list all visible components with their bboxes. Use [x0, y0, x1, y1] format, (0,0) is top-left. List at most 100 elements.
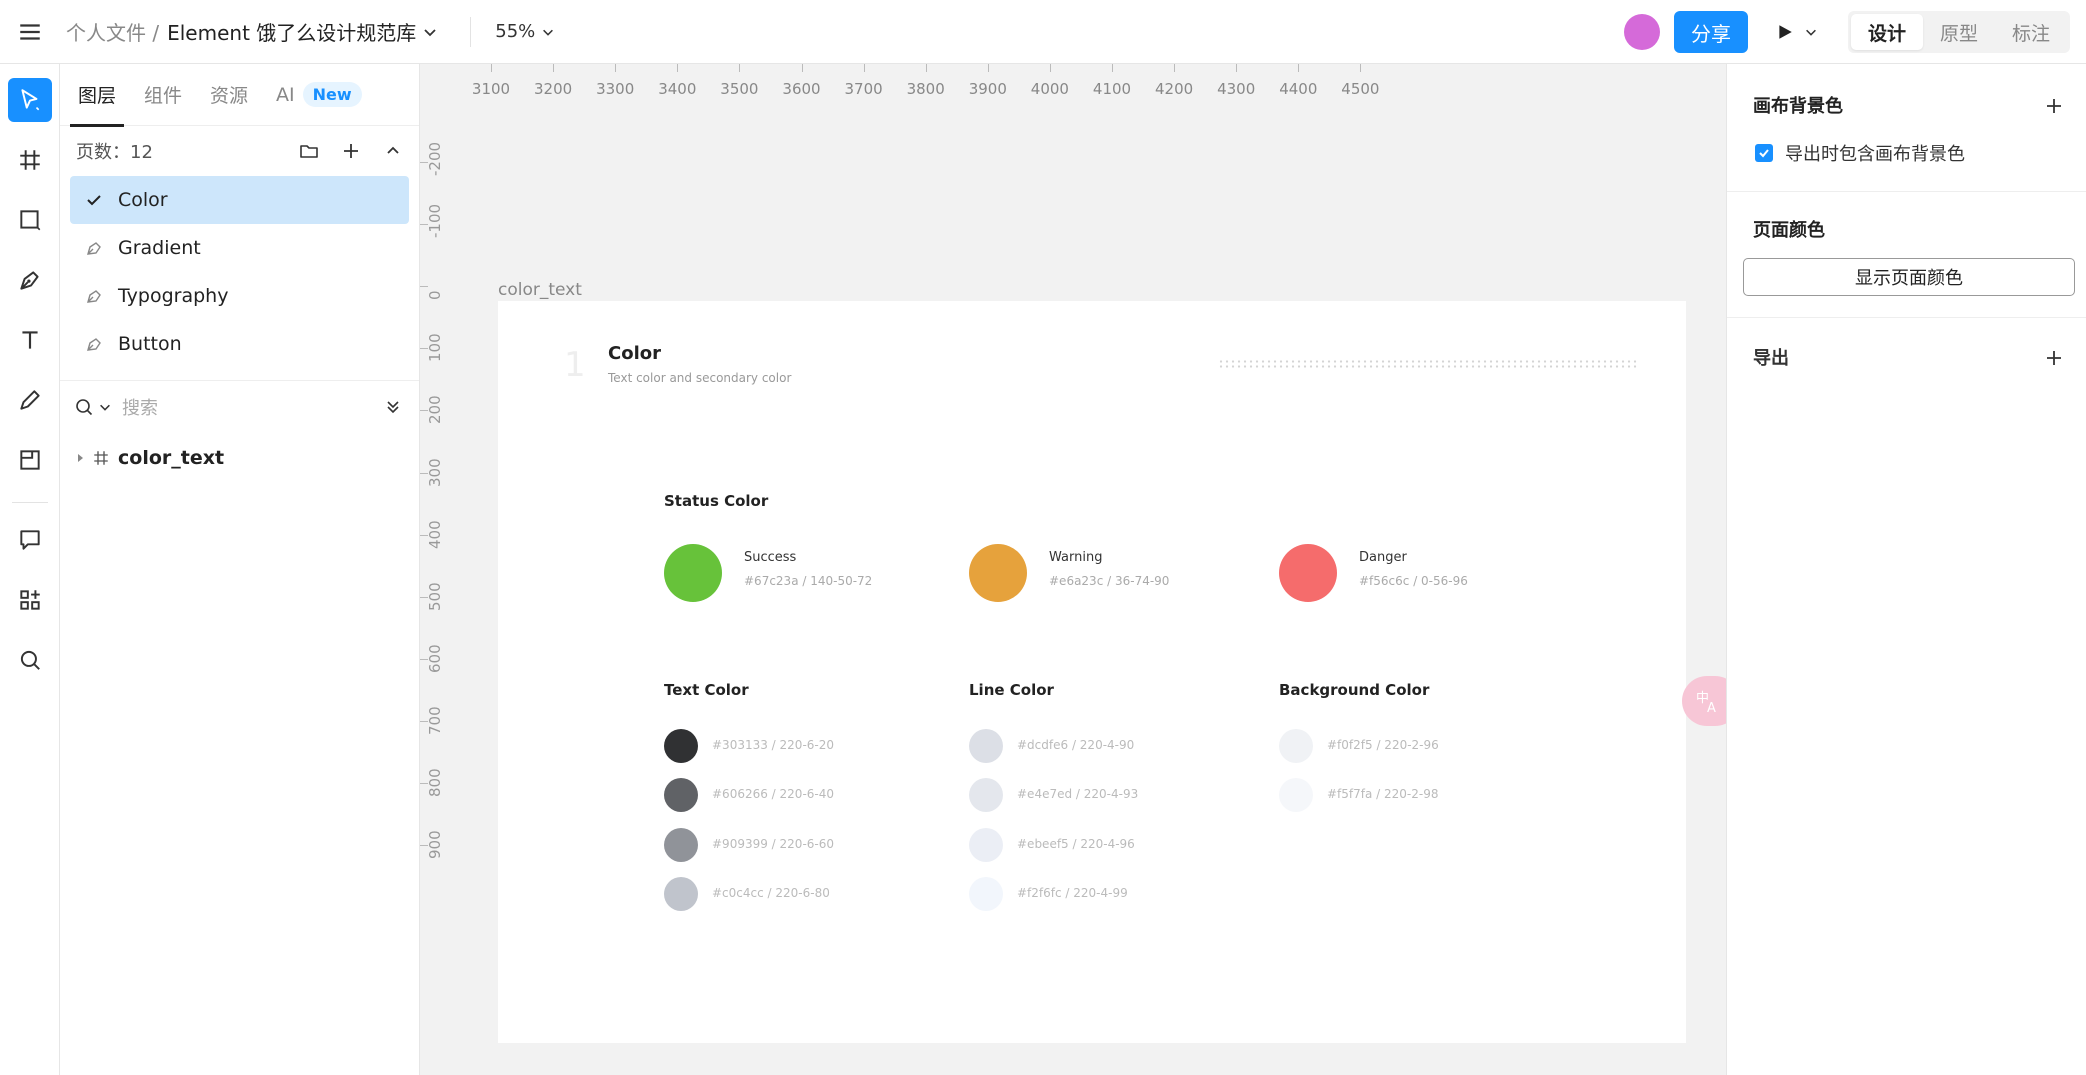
line-color-swatch-2: [969, 778, 1003, 812]
page-pen-icon: [87, 338, 101, 351]
file-name[interactable]: Element 饿了么设计规范库: [167, 17, 416, 46]
collapse-all-icon[interactable]: [383, 397, 403, 417]
success-swatch: [664, 544, 722, 602]
page-item-label: Color: [118, 189, 168, 211]
export-bg-checkbox[interactable]: 导出时包含画布背景色: [1755, 140, 1965, 166]
plus-icon[interactable]: [2044, 348, 2064, 368]
tool-bar: [0, 64, 60, 1075]
page-color-title: 页面颜色: [1753, 220, 1825, 241]
ruler-label: 4100: [1092, 80, 1132, 98]
translate-icon: 中A: [1696, 691, 1716, 715]
color-frame[interactable]: 1 Color Text color and secondary color S…: [498, 301, 1686, 1043]
line-color-swatch-4: [969, 877, 1003, 911]
search-input[interactable]: 搜索: [122, 394, 158, 420]
ruler-label: 3600: [782, 80, 821, 98]
pencil-tool[interactable]: [8, 378, 52, 422]
frame-label[interactable]: color_text: [498, 280, 582, 300]
page-item-button[interactable]: Button: [70, 320, 409, 368]
chevron-up-icon[interactable]: [383, 141, 403, 161]
section-title: Color: [608, 343, 661, 364]
bg-color-code: #f0f2f5 / 220-2-96: [1327, 738, 1439, 752]
text-tool[interactable]: [8, 318, 52, 362]
ruler-label: 4400: [1279, 80, 1318, 98]
show-page-color-button[interactable]: 显示页面颜色: [1743, 258, 2075, 296]
chevron-down-icon[interactable]: [422, 24, 438, 40]
ruler-label: 200: [426, 395, 444, 425]
page-item-gradient[interactable]: Gradient: [70, 224, 409, 272]
warning-code: #e6a23c / 36-74-90: [1049, 574, 1170, 588]
ruler-label: 3400: [658, 80, 697, 98]
breadcrumb-root[interactable]: 个人文件 /: [66, 17, 159, 46]
translate-button[interactable]: 中A: [1682, 676, 1726, 726]
plus-icon[interactable]: [2044, 96, 2064, 116]
status-color-title: Status Color: [664, 492, 769, 510]
text-color-title: Text Color: [664, 681, 749, 699]
svg-text:A: A: [1707, 701, 1716, 715]
canvas[interactable]: 3100 3200 3300 3400 3500 3600 3700 3800 3900 4000…: [420, 64, 1726, 1075]
pen-tool[interactable]: [8, 258, 52, 302]
tab-layers[interactable]: 图层: [69, 64, 125, 127]
text-icon: [22, 331, 38, 349]
plugins-tool[interactable]: [8, 578, 52, 622]
ruler-tick: [1112, 64, 1113, 72]
danger-name: Danger: [1359, 550, 1407, 565]
avatar[interactable]: [1624, 14, 1660, 50]
breadcrumb: 个人文件 / Element 饿了么设计规范库: [66, 17, 438, 46]
tab-ai[interactable]: AI New: [276, 64, 362, 126]
tab-assets[interactable]: 资源: [210, 64, 248, 126]
ruler-horizontal: 3100 3200 3300 3400 3500 3600 3700 3800 3900 4000…: [420, 64, 1726, 108]
zoom-select[interactable]: 55%: [495, 21, 555, 42]
chevron-down-icon: [100, 404, 110, 411]
mode-design[interactable]: 设计: [1851, 14, 1923, 50]
layer-search[interactable]: 搜索: [60, 381, 419, 433]
ruler-label: 0: [426, 290, 444, 301]
tab-components[interactable]: 组件: [144, 64, 182, 126]
ruler-label: 800: [426, 768, 444, 797]
play-icon: [1779, 25, 1792, 39]
slice-icon: [20, 450, 40, 470]
success-code: #67c23a / 140-50-72: [744, 574, 873, 588]
frame-tool[interactable]: [8, 138, 52, 182]
menu-button[interactable]: [0, 0, 60, 64]
ruler-label: 3100: [471, 80, 511, 98]
success-name: Success: [744, 550, 797, 565]
mode-annotate[interactable]: 标注: [1995, 14, 2067, 50]
play-button[interactable]: [1776, 23, 1818, 41]
text-color-swatch-3: [664, 828, 698, 862]
section-number: 1: [564, 345, 586, 385]
page-item-color[interactable]: Color: [70, 176, 409, 224]
line-color-code: #ebeef5 / 220-4-96: [1017, 837, 1135, 851]
new-badge: New: [302, 82, 362, 107]
plus-icon[interactable]: [341, 141, 361, 161]
export-title: 导出: [1753, 348, 1789, 369]
slice-tool[interactable]: [8, 438, 52, 482]
rectangle-icon: [20, 210, 41, 231]
comment-icon: [20, 530, 40, 550]
ruler-tick: [987, 64, 989, 72]
page-item-label: Typography: [118, 285, 229, 307]
ruler-tick: [863, 64, 865, 72]
divider: [12, 502, 48, 503]
tab-ai-label: AI: [276, 83, 295, 106]
line-color-swatch-1: [969, 729, 1003, 763]
layer-tree-item[interactable]: color_text: [60, 433, 419, 483]
danger-code: #f56c6c / 0-56-96: [1359, 574, 1468, 588]
share-button[interactable]: 分享: [1674, 11, 1748, 53]
comment-tool[interactable]: [8, 518, 52, 562]
warning-name: Warning: [1049, 550, 1103, 565]
folder-icon[interactable]: [299, 141, 319, 161]
warning-swatch: [969, 544, 1027, 602]
ruler-label: 4200: [1155, 80, 1194, 98]
page-item-typography[interactable]: Typography: [70, 272, 409, 320]
mode-prototype[interactable]: 原型: [1923, 14, 1995, 50]
search-tool[interactable]: [8, 638, 52, 682]
mode-switcher: 设计 原型 标注: [1848, 11, 2070, 53]
rectangle-tool[interactable]: [8, 198, 52, 242]
panel-tabs: 图层 组件 资源 AI New: [60, 64, 419, 127]
ruler-label: 300: [426, 457, 444, 487]
hamburger-icon: [20, 23, 40, 40]
ruler-tick: [420, 286, 428, 288]
move-tool[interactable]: [8, 78, 52, 122]
line-color-code: #e4e7ed / 220-4-93: [1017, 787, 1139, 801]
caret-right-icon[interactable]: [74, 452, 86, 464]
